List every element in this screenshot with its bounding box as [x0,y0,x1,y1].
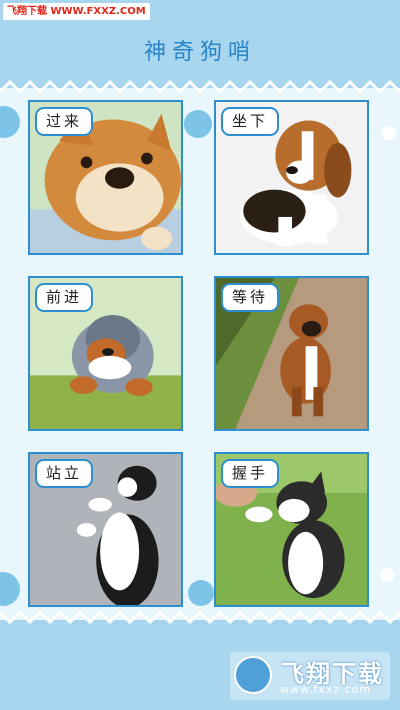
command-label: 坐下 [221,107,279,136]
decor-dot [380,568,394,582]
command-label: 握手 [221,459,279,488]
site-watermark-logo: 飞翔下载 www.fxxz.com [230,652,390,700]
top-watermark: 飞翔下载 WWW.FXXZ.COM [3,3,150,20]
decor-dot [188,580,214,606]
command-label: 过来 [35,107,93,136]
command-label: 前进 [35,283,93,312]
command-card-come[interactable]: 过来 [28,100,183,255]
zigzag-border-top [0,80,400,94]
command-label: 站立 [35,459,93,488]
command-card-stand[interactable]: 站立 [28,452,183,607]
command-card-sit[interactable]: 坐下 [214,100,369,255]
logo-icon [234,656,272,694]
watermark-site: www.fxxz.com [280,683,372,696]
command-card-shake-hands[interactable]: 握手 [214,452,369,607]
page-title: 神奇狗哨 [143,40,256,65]
zigzag-border-bottom [0,610,400,624]
decor-dot [184,110,212,138]
command-label: 等待 [221,283,279,312]
command-card-wait[interactable]: 等待 [214,276,369,431]
decor-dot [382,126,396,140]
command-card-forward[interactable]: 前进 [28,276,183,431]
